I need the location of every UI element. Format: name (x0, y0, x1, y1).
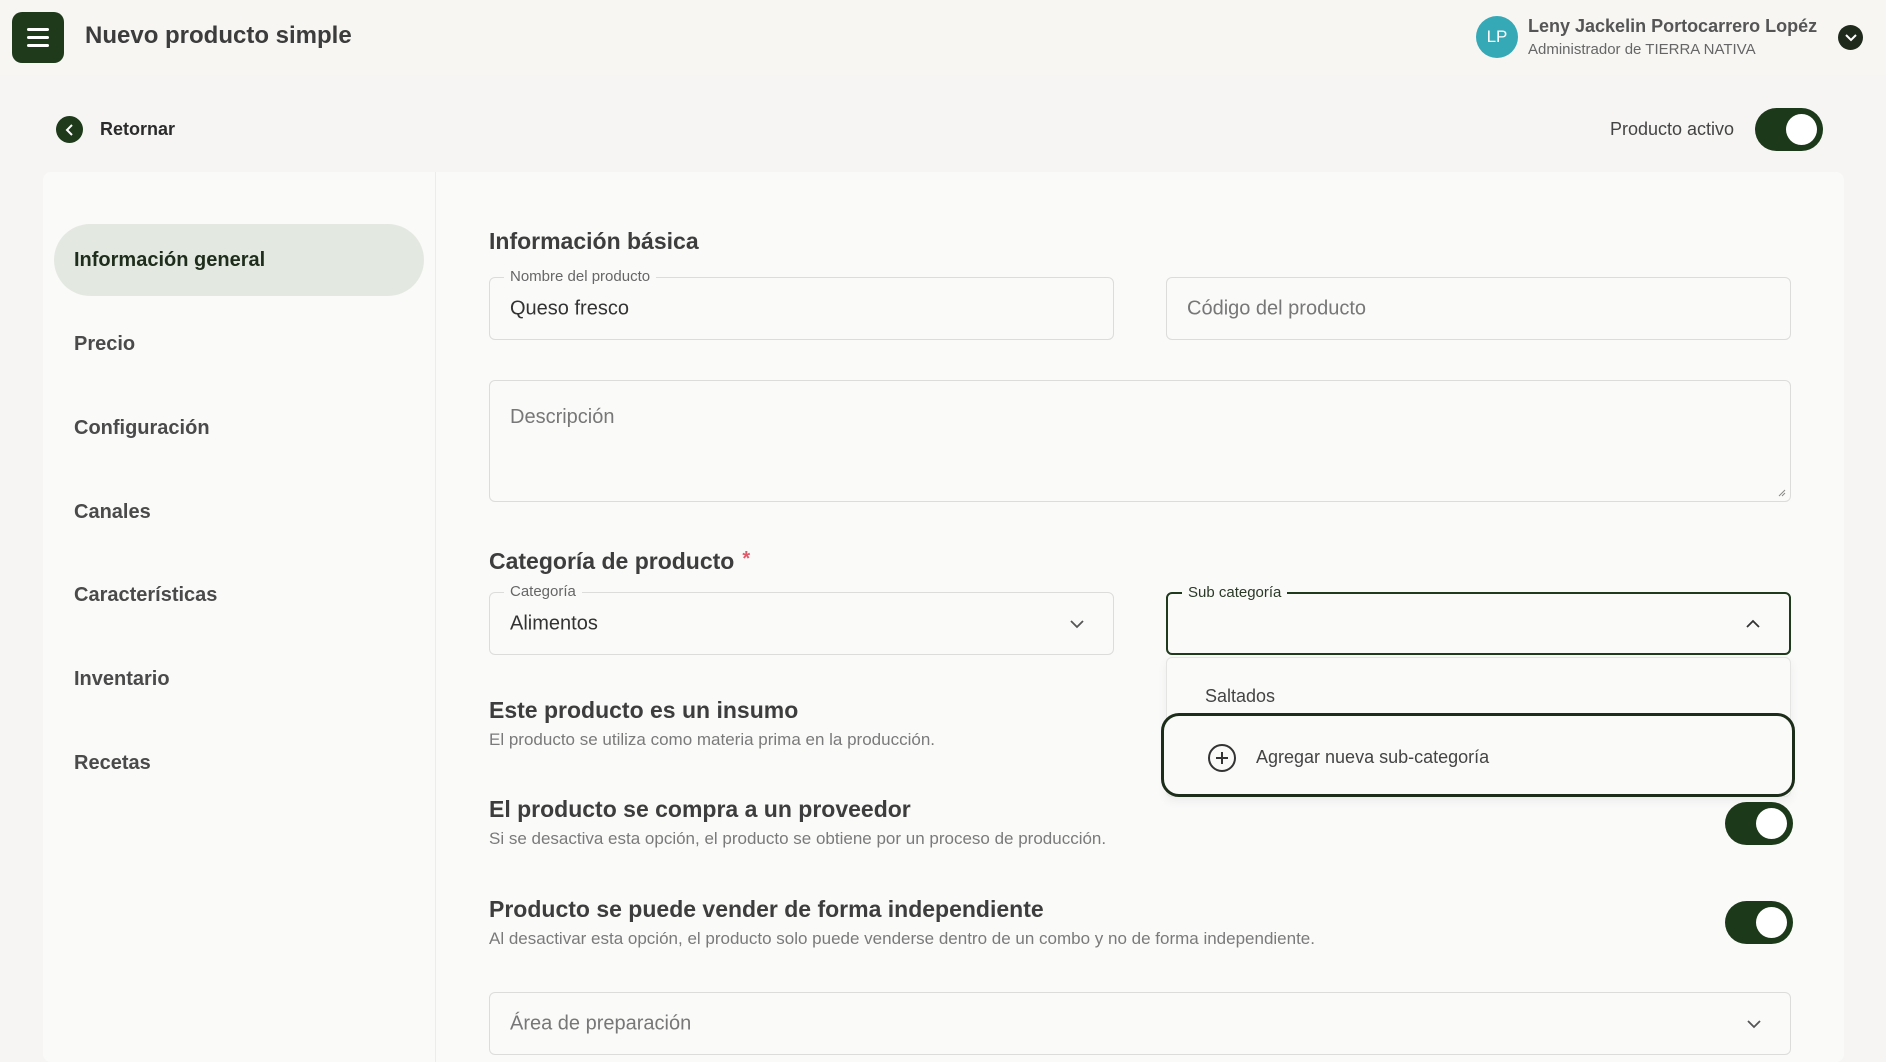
user-menu-button[interactable] (1838, 25, 1863, 50)
avatar[interactable]: LP (1476, 16, 1518, 58)
product-active-toggle[interactable] (1755, 108, 1823, 151)
product-active-label: Producto activo (1610, 119, 1735, 139)
page-title: Nuevo producto simple (85, 22, 352, 49)
chevron-down-icon (1844, 33, 1857, 41)
resize-grip-icon[interactable] (1776, 487, 1786, 497)
required-mark: * (742, 548, 751, 570)
user-name: Leny Jackelin Portocarrero Lopéz (1528, 16, 1818, 36)
chevron-down-icon (1070, 619, 1084, 628)
description-placeholder: Descripción (510, 406, 615, 428)
setting-title-independiente: Producto se puede vender de forma indepe… (489, 896, 1044, 922)
section-title-category: Categoría de producto * (489, 548, 750, 575)
back-button[interactable] (56, 116, 83, 143)
category-select[interactable]: Categoría Alimentos (489, 583, 1114, 655)
add-subcategory-button[interactable]: Agregar nueva sub-categoría (1161, 713, 1795, 797)
setting-desc-independiente: Al desactivar esta opción, el producto s… (489, 929, 1315, 948)
menu-button[interactable] (12, 12, 64, 63)
hamburger-icon (27, 26, 49, 50)
sidebar-item-informacion-general[interactable]: Información general (54, 224, 424, 296)
product-name-field[interactable]: Nombre del producto Queso fresco (489, 268, 1114, 340)
category-label: Categoría (504, 583, 582, 600)
sidebar-item-configuracion[interactable]: Configuración (54, 392, 424, 464)
product-code-field[interactable]: Código del producto (1166, 277, 1791, 340)
product-code-placeholder: Código del producto (1187, 297, 1367, 319)
independent-sale-toggle[interactable] (1725, 901, 1793, 944)
dropdown-option[interactable]: Saltados (1205, 686, 1275, 707)
setting-desc-insumo: El producto se utiliza como materia prim… (489, 730, 935, 749)
subcategory-label: Sub categoría (1182, 584, 1288, 601)
prep-area-select[interactable]: Área de preparación (489, 992, 1791, 1055)
sidebar-item-precio[interactable]: Precio (54, 308, 424, 380)
chevron-up-icon (1746, 619, 1760, 628)
product-name-label: Nombre del producto (504, 268, 657, 285)
chevron-down-icon (1747, 1019, 1761, 1028)
product-name-value: Queso fresco (510, 297, 629, 319)
prep-area-placeholder: Área de preparación (510, 1012, 692, 1034)
sidebar-divider (435, 172, 436, 1062)
sidebar-item-canales[interactable]: Canales (54, 476, 424, 548)
add-subcategory-label: Agregar nueva sub-categoría (1256, 747, 1490, 767)
subcategory-select[interactable]: Sub categoría (1166, 584, 1791, 655)
top-bar: Nuevo producto simple LP Leny Jackelin P… (0, 0, 1886, 75)
setting-title-insumo: Este producto es un insumo (489, 697, 799, 723)
setting-title-proveedor: El producto se compra a un proveedor (489, 796, 911, 822)
supplier-toggle[interactable] (1725, 802, 1793, 845)
sidebar-item-caracteristicas[interactable]: Características (54, 559, 424, 631)
back-link[interactable]: Retornar (100, 119, 175, 140)
chevron-left-icon (65, 123, 73, 136)
description-field[interactable]: Descripción (489, 380, 1791, 502)
sidebar-item-inventario[interactable]: Inventario (54, 643, 424, 715)
setting-desc-proveedor: Si se desactiva esta opción, el producto… (489, 829, 1107, 848)
sidebar-item-recetas[interactable]: Recetas (54, 727, 424, 799)
category-value: Alimentos (510, 612, 598, 634)
add-circle-icon (1208, 744, 1236, 772)
user-role: Administrador de TIERRA NATIVA (1528, 41, 1756, 58)
category-title-text: Categoría de producto (489, 548, 735, 574)
section-title-basic: Información básica (489, 228, 699, 254)
